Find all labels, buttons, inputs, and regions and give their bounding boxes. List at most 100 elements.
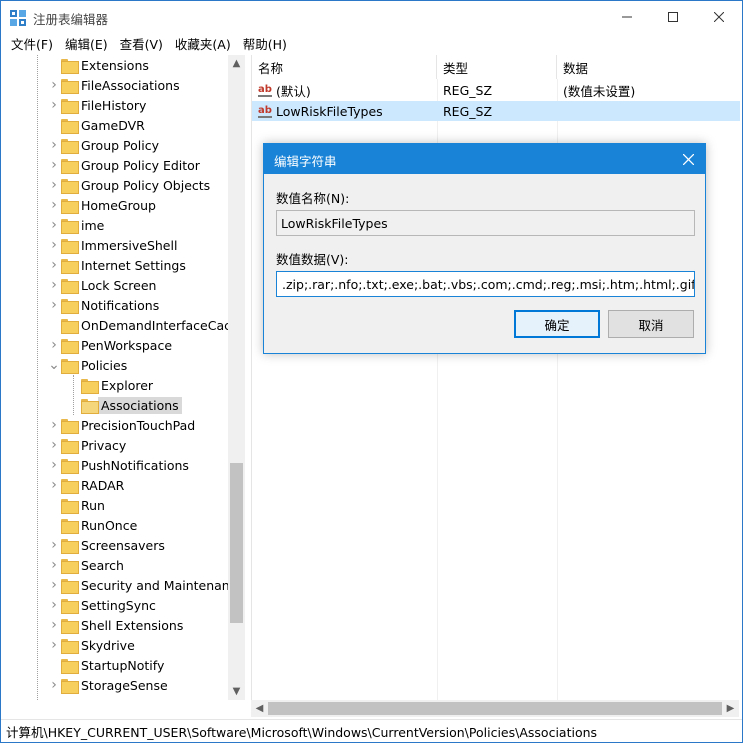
- chevron-down-icon[interactable]: ⌄: [47, 355, 61, 375]
- tree-item[interactable]: › Internet Settings: [47, 255, 186, 275]
- chevron-right-icon[interactable]: ›: [47, 235, 61, 255]
- dialog-close-button[interactable]: [677, 148, 699, 170]
- menu-help[interactable]: 帮助(H): [237, 34, 293, 53]
- scroll-up-arrow-icon[interactable]: ▲: [228, 55, 245, 72]
- chevron-right-icon[interactable]: ›: [47, 195, 61, 215]
- chevron-right-icon[interactable]: ›: [47, 555, 61, 575]
- column-header-name[interactable]: 名称: [252, 55, 437, 79]
- expander-placeholder: [67, 375, 81, 395]
- tree-item-label: Search: [81, 557, 124, 573]
- minimize-button[interactable]: [604, 1, 650, 33]
- value-data-text: .zip;.rar;.nfo;.txt;.exe;.bat;.vbs;.com;…: [282, 276, 695, 292]
- tree-item[interactable]: Run: [47, 495, 105, 515]
- tree-scroll-thumb[interactable]: [230, 463, 243, 623]
- chevron-right-icon[interactable]: ›: [47, 615, 61, 635]
- folder-icon: [61, 78, 79, 94]
- tree-item[interactable]: › Group Policy Editor: [47, 155, 200, 175]
- tree-item[interactable]: › Security and Maintenanc: [47, 575, 237, 595]
- tree-item[interactable]: › HomeGroup: [47, 195, 156, 215]
- value-data-input[interactable]: .zip;.rar;.nfo;.txt;.exe;.bat;.vbs;.com;…: [276, 271, 695, 297]
- tree-item[interactable]: Associations: [67, 395, 182, 415]
- title-bar: 注册表编辑器: [1, 1, 742, 33]
- tree-item[interactable]: › PenWorkspace: [47, 335, 172, 355]
- tree-item[interactable]: › SettingSync: [47, 595, 156, 615]
- tree-item[interactable]: Explorer: [67, 375, 153, 395]
- tree-item[interactable]: GameDVR: [47, 115, 145, 135]
- chevron-right-icon[interactable]: ›: [47, 435, 61, 455]
- list-horizontal-scrollbar[interactable]: ◀ ▶: [251, 700, 739, 717]
- list-scroll-thumb[interactable]: [268, 702, 722, 715]
- menu-edit[interactable]: 编辑(E): [59, 34, 114, 53]
- tree-item[interactable]: › Lock Screen: [47, 275, 156, 295]
- column-header-type[interactable]: 类型: [437, 55, 557, 79]
- folder-icon: [61, 158, 79, 174]
- chevron-right-icon[interactable]: ›: [47, 535, 61, 555]
- close-button[interactable]: [696, 1, 742, 33]
- tree-item-label: RADAR: [81, 477, 125, 493]
- tree-item[interactable]: › RADAR: [47, 475, 124, 495]
- chevron-right-icon[interactable]: ›: [47, 135, 61, 155]
- tree-item-label: Policies: [81, 357, 128, 373]
- chevron-right-icon[interactable]: ›: [47, 255, 61, 275]
- chevron-right-icon[interactable]: ›: [47, 415, 61, 435]
- menu-file[interactable]: 文件(F): [5, 34, 59, 53]
- chevron-right-icon[interactable]: ›: [47, 275, 61, 295]
- tree-item[interactable]: › Screensavers: [47, 535, 165, 555]
- chevron-right-icon[interactable]: ›: [47, 575, 61, 595]
- chevron-right-icon[interactable]: ›: [47, 455, 61, 475]
- tree-item[interactable]: Extensions: [47, 55, 149, 75]
- chevron-right-icon[interactable]: ›: [47, 75, 61, 95]
- menu-view[interactable]: 查看(V): [114, 34, 169, 53]
- tree-item[interactable]: › ImmersiveShell: [47, 235, 177, 255]
- cancel-button[interactable]: 取消: [608, 310, 694, 338]
- value-row-default[interactable]: ab (默认) REG_SZ (数值未设置): [252, 80, 740, 100]
- tree-item[interactable]: › FileAssociations: [47, 75, 180, 95]
- tree-item-label: StorageSense: [81, 677, 168, 693]
- value-name-field: LowRiskFileTypes: [276, 210, 695, 236]
- expander-placeholder: [47, 515, 61, 535]
- tree-item[interactable]: › Skydrive: [47, 635, 135, 655]
- tree-item[interactable]: ⌄ Policies: [47, 355, 127, 375]
- chevron-right-icon[interactable]: ›: [47, 175, 61, 195]
- tree-item[interactable]: OnDemandInterfaceCach: [47, 315, 239, 335]
- tree-item[interactable]: › Group Policy: [47, 135, 159, 155]
- chevron-right-icon[interactable]: ›: [47, 215, 61, 235]
- tree-item[interactable]: › Shell Extensions: [47, 615, 183, 635]
- tree-item[interactable]: › PrecisionTouchPad: [47, 415, 195, 435]
- chevron-right-icon[interactable]: ›: [47, 595, 61, 615]
- ok-button[interactable]: 确定: [514, 310, 600, 338]
- tree-item[interactable]: › FileHistory: [47, 95, 146, 115]
- tree-item-label: RunOnce: [81, 517, 138, 533]
- close-icon: [714, 12, 724, 22]
- column-header-data[interactable]: 数据: [557, 55, 740, 79]
- expander-placeholder: [47, 115, 61, 135]
- chevron-right-icon[interactable]: ›: [47, 335, 61, 355]
- tree-item[interactable]: › ime: [47, 215, 104, 235]
- tree-item[interactable]: › StorageSense: [47, 675, 168, 695]
- scroll-down-arrow-icon[interactable]: ▼: [228, 683, 245, 700]
- tree-item-label: FileAssociations: [81, 77, 180, 93]
- tree-vertical-scrollbar[interactable]: ▲ ▼: [228, 55, 245, 700]
- value-type: REG_SZ: [443, 103, 493, 119]
- tree-item[interactable]: › Privacy: [47, 435, 126, 455]
- tree-item[interactable]: StartupNotify: [47, 655, 164, 675]
- chevron-right-icon[interactable]: ›: [47, 475, 61, 495]
- maximize-button[interactable]: [650, 1, 696, 33]
- chevron-right-icon[interactable]: ›: [47, 95, 61, 115]
- tree-item-label: Screensavers: [81, 537, 165, 553]
- menu-favorites[interactable]: 收藏夹(A): [169, 34, 237, 53]
- chevron-right-icon[interactable]: ›: [47, 635, 61, 655]
- tree-item[interactable]: › Notifications: [47, 295, 159, 315]
- folder-icon: [61, 318, 79, 334]
- scroll-right-arrow-icon[interactable]: ▶: [722, 700, 739, 717]
- tree-item[interactable]: › PushNotifications: [47, 455, 189, 475]
- tree-item[interactable]: › Search: [47, 555, 124, 575]
- tree-item[interactable]: RunOnce: [47, 515, 137, 535]
- tree-item[interactable]: › Group Policy Objects: [47, 175, 210, 195]
- chevron-right-icon[interactable]: ›: [47, 155, 61, 175]
- chevron-right-icon[interactable]: ›: [47, 295, 61, 315]
- chevron-right-icon[interactable]: ›: [47, 675, 61, 695]
- tree-item-label: SettingSync: [81, 597, 156, 613]
- scroll-left-arrow-icon[interactable]: ◀: [251, 700, 268, 717]
- value-row-lowriskfiletypes[interactable]: ab LowRiskFileTypes REG_SZ: [252, 101, 740, 121]
